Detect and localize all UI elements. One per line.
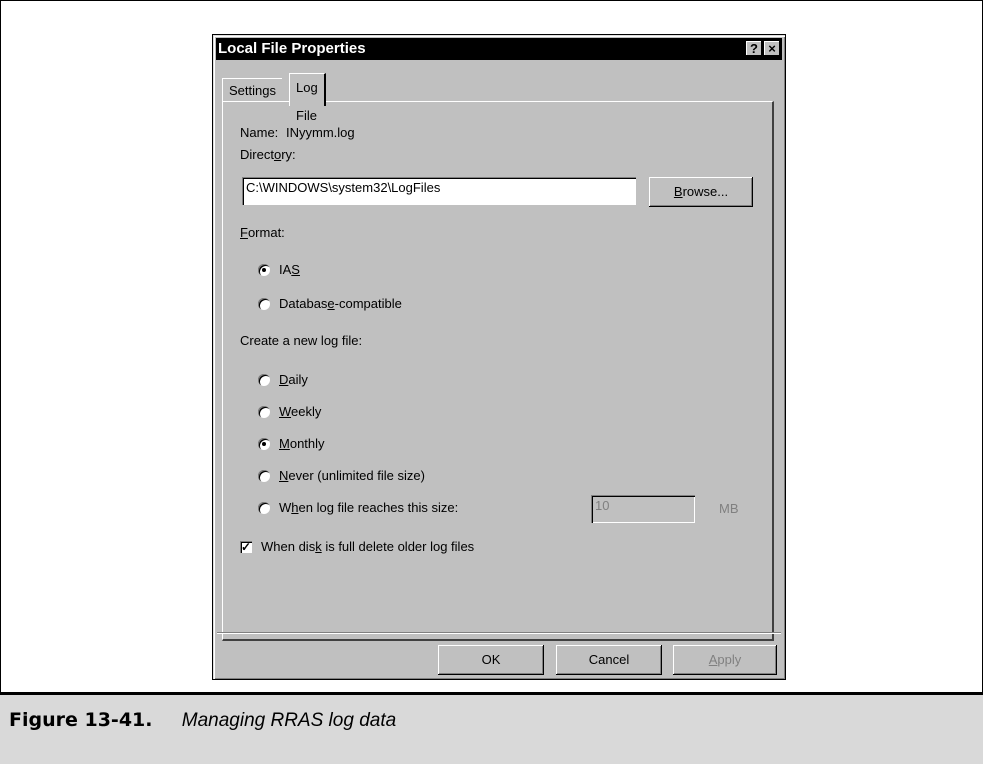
monthly-label: Monthly bbox=[279, 436, 325, 451]
format-ias-label: IAS bbox=[279, 262, 300, 277]
title-bar: Local File Properties ? × bbox=[216, 38, 782, 60]
format-database-label: Database-compatible bbox=[279, 296, 402, 311]
size-input[interactable]: 10 bbox=[591, 495, 695, 523]
when-size-label: When log file reaches this size: bbox=[279, 500, 459, 515]
dialog-title: Local File Properties bbox=[218, 40, 366, 57]
daily-radio[interactable] bbox=[258, 374, 270, 386]
separator bbox=[217, 632, 781, 634]
weekly-radio[interactable] bbox=[258, 406, 270, 418]
browse-button[interactable]: Browse... bbox=[649, 177, 753, 207]
format-label: Format: bbox=[240, 225, 285, 240]
figure-caption: Figure 13-41. Managing RRAS log data bbox=[9, 709, 396, 732]
newlog-label: Create a new log file: bbox=[240, 333, 363, 348]
format-ias-radio[interactable] bbox=[258, 264, 270, 276]
never-label: Never (unlimited file size) bbox=[279, 468, 425, 483]
directory-label: Directory: bbox=[240, 147, 296, 162]
delete-older-checkbox[interactable]: ✓ bbox=[240, 541, 252, 553]
never-radio[interactable] bbox=[258, 470, 270, 482]
monthly-radio[interactable] bbox=[258, 438, 270, 450]
name-label: Name: bbox=[240, 125, 279, 140]
daily-label: Daily bbox=[279, 372, 308, 387]
when-size-radio[interactable] bbox=[258, 502, 270, 514]
size-unit: MB bbox=[719, 501, 739, 516]
weekly-label: Weekly bbox=[279, 404, 322, 419]
close-button[interactable]: × bbox=[764, 41, 780, 56]
help-button[interactable]: ? bbox=[746, 41, 762, 56]
tab-log-file[interactable]: Log File bbox=[289, 73, 326, 123]
tab-settings[interactable]: Settings bbox=[222, 78, 282, 103]
directory-input[interactable]: C:\WINDOWS\system32\LogFiles bbox=[242, 177, 636, 205]
delete-older-label: When disk is full delete older log files bbox=[261, 539, 475, 554]
figure-text: Managing RRAS log data bbox=[181, 710, 397, 731]
caption-band: Figure 13-41. Managing RRAS log data bbox=[0, 692, 983, 764]
ok-button[interactable]: OK bbox=[438, 645, 544, 675]
local-file-properties-dialog: Local File Properties ? × Settings Log F… bbox=[212, 34, 786, 680]
format-database-radio[interactable] bbox=[258, 298, 270, 310]
apply-button[interactable]: Apply bbox=[673, 645, 777, 675]
cancel-button[interactable]: Cancel bbox=[556, 645, 662, 675]
figure-number: Figure 13-41. bbox=[9, 709, 153, 731]
